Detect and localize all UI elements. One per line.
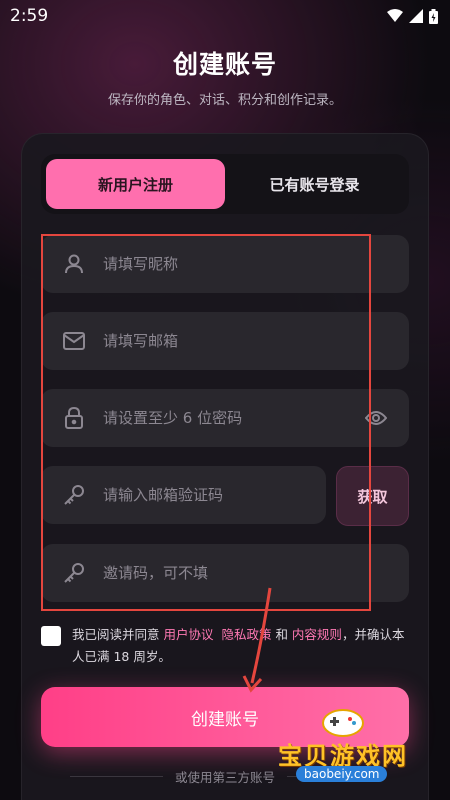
privacy-policy-link[interactable]: 隐私政策 [221,627,271,642]
status-bar: 2:59 [0,0,450,32]
divider-line-left [70,776,163,777]
nickname-input[interactable] [103,255,409,273]
page-title: 创建账号 [172,50,277,79]
third-party-label: 或使用第三方账号 [175,770,276,785]
password-field[interactable] [41,389,409,447]
page-subtitle: 保存你的角色、对话、积分和创作记录。 [107,93,342,108]
auth-tabs: 新用户注册 已有账号登录 [41,154,409,214]
show-password-icon[interactable] [363,405,389,431]
invite-key-icon [61,560,87,586]
invite-field[interactable] [41,544,409,602]
tab-login[interactable]: 已有账号登录 [225,159,404,209]
watermark: 宝贝游戏网 baobeiy.com [272,706,422,786]
tab-register[interactable]: 新用户注册 [46,159,225,209]
signal-icon [409,9,423,23]
code-input[interactable] [103,486,326,504]
code-field[interactable] [41,466,326,524]
gamepad-icon [322,709,364,737]
content-rules-link[interactable]: 内容规则 [292,627,342,642]
nickname-field[interactable] [41,235,409,293]
status-icons [387,8,438,24]
user-agreement-link[interactable]: 用户协议 [163,627,213,642]
mail-icon [61,328,87,354]
agreement-text: 我已阅读并同意 用户协议 隐私政策 和 内容规则，并确认本人已满 18 周岁。 [72,624,411,668]
user-icon [61,251,87,277]
status-time: 2:59 [10,6,49,26]
battery-icon [429,8,438,24]
agreement-checkbox[interactable] [41,626,61,646]
agreement-and: 和 [271,627,292,642]
email-field[interactable] [41,312,409,370]
lock-icon [61,405,87,431]
password-input[interactable] [103,409,363,427]
wifi-icon [387,9,403,22]
invite-input[interactable] [103,564,409,582]
agreement-prefix: 我已阅读并同意 [72,627,164,642]
watermark-url: baobeiy.com [296,766,388,782]
get-code-button[interactable]: 获取 [336,466,409,526]
key-icon [61,482,87,508]
email-input[interactable] [103,332,409,350]
agreement-row: 我已阅读并同意 用户协议 隐私政策 和 内容规则，并确认本人已满 18 周岁。 [41,624,411,668]
